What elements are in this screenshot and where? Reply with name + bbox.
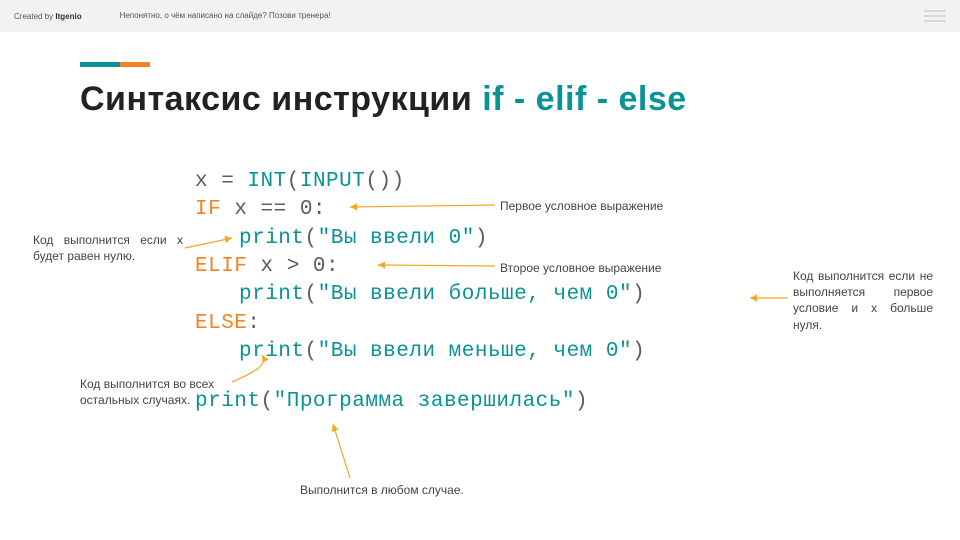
code-paren: ) (632, 340, 645, 363)
note-elif: Код выполнится если не выполняется перво… (793, 268, 933, 333)
code-paren: ( (261, 390, 274, 413)
code-string: "Вы ввели больше, чем 0" (318, 283, 632, 306)
code-paren: ) (475, 227, 488, 250)
code-paren: ) (632, 283, 645, 306)
code-kw-if: if (195, 198, 221, 221)
code-line-3: print("Вы ввели 0") (195, 225, 645, 253)
code-line-7: print("Вы ввели меньше, чем 0") (195, 338, 645, 366)
note-always: Выполнится в любом случае. (300, 482, 464, 498)
code-string: "Вы ввели 0" (318, 227, 475, 250)
topbar: Created by Itgenio Непонятно, о чём напи… (0, 0, 960, 32)
code-string: "Вы ввели меньше, чем 0" (318, 340, 632, 363)
code-colon: : (247, 312, 260, 335)
code-paren: ( (305, 227, 318, 250)
code-string: "Программа завершилась" (274, 390, 575, 413)
note-zero: Код выполнится если x будет равен нулю. (33, 232, 183, 264)
created-brand: Itgenio (55, 12, 81, 21)
code-kw-elif: elif (195, 255, 247, 278)
created-prefix: Created by (14, 12, 55, 21)
code-paren: ) (575, 390, 588, 413)
code-line-8: print("Программа завершилась") (195, 388, 645, 416)
code-paren: ( (305, 283, 318, 306)
title-keyword: if - elif - else (482, 80, 687, 118)
slide: Created by Itgenio Непонятно, о чём напи… (0, 0, 960, 540)
code-func-int: int (247, 170, 286, 193)
menu-icon[interactable] (924, 10, 946, 22)
accent-bar (80, 62, 150, 67)
code-kw-else: else (195, 312, 247, 335)
created-by: Created by Itgenio (14, 12, 82, 21)
code-cond: x == 0: (221, 198, 326, 221)
page-title: Синтаксис инструкции if - elif - else (80, 80, 860, 119)
code-line-6: else: (195, 310, 645, 338)
code-op: = (208, 170, 247, 193)
topbar-hint: Непонятно, о чём написано на слайде? Поз… (120, 11, 331, 21)
code-func-print: print (239, 340, 305, 363)
note-second-cond: Второе условное выражение (500, 260, 661, 276)
code-paren: ( (305, 340, 318, 363)
note-else: Код выполнится во всех остальных случаях… (80, 376, 230, 408)
code-line-5: print("Вы ввели больше, чем 0") (195, 281, 645, 309)
code-cond: x > 0: (247, 255, 339, 278)
code-paren: ()) (365, 170, 404, 193)
code-paren: ( (287, 170, 300, 193)
code-var: x (195, 170, 208, 193)
title-prefix: Синтаксис инструкции (80, 80, 482, 118)
code-line-1: x = int(input()) (195, 168, 645, 196)
code-func-input: input (300, 170, 366, 193)
code-blank (195, 366, 645, 388)
code-func-print: print (239, 227, 305, 250)
code-func-print: print (239, 283, 305, 306)
note-first-cond: Первое условное выражение (500, 198, 663, 214)
